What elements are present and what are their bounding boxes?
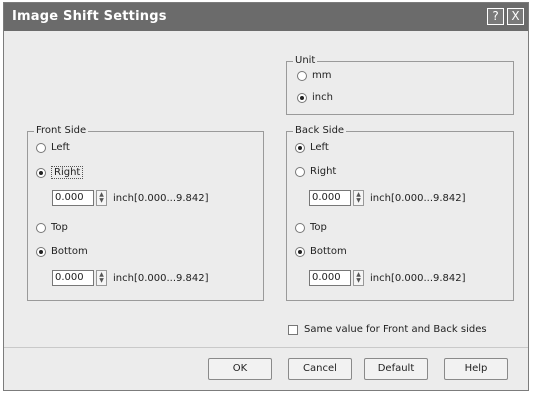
- cancel-button[interactable]: Cancel: [288, 358, 352, 380]
- unit-group: Unit mm inch: [286, 55, 514, 115]
- radio-icon: [295, 166, 305, 177]
- front-left-label: Left: [51, 142, 70, 153]
- front-bottom-radio[interactable]: Bottom: [36, 246, 88, 257]
- button-separator: [4, 347, 528, 348]
- back-horizontal-value[interactable]: 0.000: [309, 190, 351, 206]
- front-horizontal-range: inch[0.000...9.842]: [113, 192, 209, 204]
- front-bottom-label: Bottom: [51, 246, 88, 257]
- back-vertical-value[interactable]: 0.000: [309, 270, 351, 286]
- radio-selected-icon: [295, 246, 305, 257]
- spin-arrows-icon[interactable]: ▲ ▼: [96, 270, 107, 286]
- front-side-group: Front Side Left Right 0.000 ▲ ▼ inch[0.00…: [27, 125, 264, 301]
- help-title-button[interactable]: ?: [487, 8, 504, 25]
- dialog-title: Image Shift Settings: [12, 9, 167, 24]
- radio-selected-icon: [295, 142, 305, 153]
- back-side-legend: Back Side: [293, 125, 347, 136]
- back-left-label: Left: [310, 142, 329, 153]
- back-top-radio[interactable]: Top: [295, 222, 327, 233]
- unit-inch-label: inch: [312, 92, 333, 103]
- unit-mm-label: mm: [312, 70, 332, 81]
- back-right-label: Right: [310, 166, 337, 177]
- back-left-radio[interactable]: Left: [295, 142, 329, 153]
- front-horizontal-value[interactable]: 0.000: [52, 190, 94, 206]
- checkbox-icon: [288, 324, 298, 335]
- same-value-checkbox[interactable]: Same value for Front and Back sides: [288, 324, 487, 335]
- radio-icon: [36, 142, 46, 153]
- unit-legend: Unit: [293, 55, 318, 66]
- unit-inch-radio[interactable]: inch: [297, 92, 333, 103]
- front-right-label: Right: [51, 166, 84, 179]
- radio-selected-icon: [36, 167, 46, 178]
- front-horizontal-spinner[interactable]: 0.000 ▲ ▼ inch[0.000...9.842]: [52, 190, 209, 206]
- back-vertical-spinner[interactable]: 0.000 ▲ ▼ inch[0.000...9.842]: [309, 270, 466, 286]
- title-bar: Image Shift Settings ? X: [4, 3, 528, 31]
- back-bottom-label: Bottom: [310, 246, 347, 257]
- front-vertical-value[interactable]: 0.000: [52, 270, 94, 286]
- back-horizontal-range: inch[0.000...9.842]: [370, 192, 466, 204]
- back-right-radio[interactable]: Right: [295, 166, 336, 177]
- front-vertical-range: inch[0.000...9.842]: [113, 272, 209, 284]
- unit-mm-radio[interactable]: mm: [297, 70, 331, 81]
- radio-icon: [295, 222, 305, 233]
- radio-icon: [297, 70, 307, 81]
- same-value-label: Same value for Front and Back sides: [304, 324, 487, 335]
- front-right-radio[interactable]: Right: [36, 166, 84, 179]
- ok-button[interactable]: OK: [208, 358, 272, 380]
- default-button[interactable]: Default: [364, 358, 428, 380]
- back-horizontal-spinner[interactable]: 0.000 ▲ ▼ inch[0.000...9.842]: [309, 190, 466, 206]
- spin-arrows-icon[interactable]: ▲ ▼: [96, 190, 107, 206]
- front-left-radio[interactable]: Left: [36, 142, 70, 153]
- close-button[interactable]: X: [507, 8, 524, 25]
- radio-icon: [36, 222, 46, 233]
- spin-arrows-icon[interactable]: ▲ ▼: [353, 190, 364, 206]
- front-vertical-spinner[interactable]: 0.000 ▲ ▼ inch[0.000...9.842]: [52, 270, 209, 286]
- back-vertical-range: inch[0.000...9.842]: [370, 272, 466, 284]
- back-top-label: Top: [310, 222, 327, 233]
- front-side-legend: Front Side: [34, 125, 89, 136]
- spin-arrows-icon[interactable]: ▲ ▼: [353, 270, 364, 286]
- dialog-window: Image Shift Settings ? X Unit mm inch Fr…: [3, 2, 529, 391]
- front-top-radio[interactable]: Top: [36, 222, 68, 233]
- help-button[interactable]: Help: [444, 358, 508, 380]
- front-top-label: Top: [51, 222, 68, 233]
- radio-selected-icon: [36, 246, 46, 257]
- back-side-group: Back Side Left Right 0.000 ▲ ▼ inch[0.000…: [286, 125, 514, 301]
- radio-selected-icon: [297, 92, 307, 103]
- back-bottom-radio[interactable]: Bottom: [295, 246, 347, 257]
